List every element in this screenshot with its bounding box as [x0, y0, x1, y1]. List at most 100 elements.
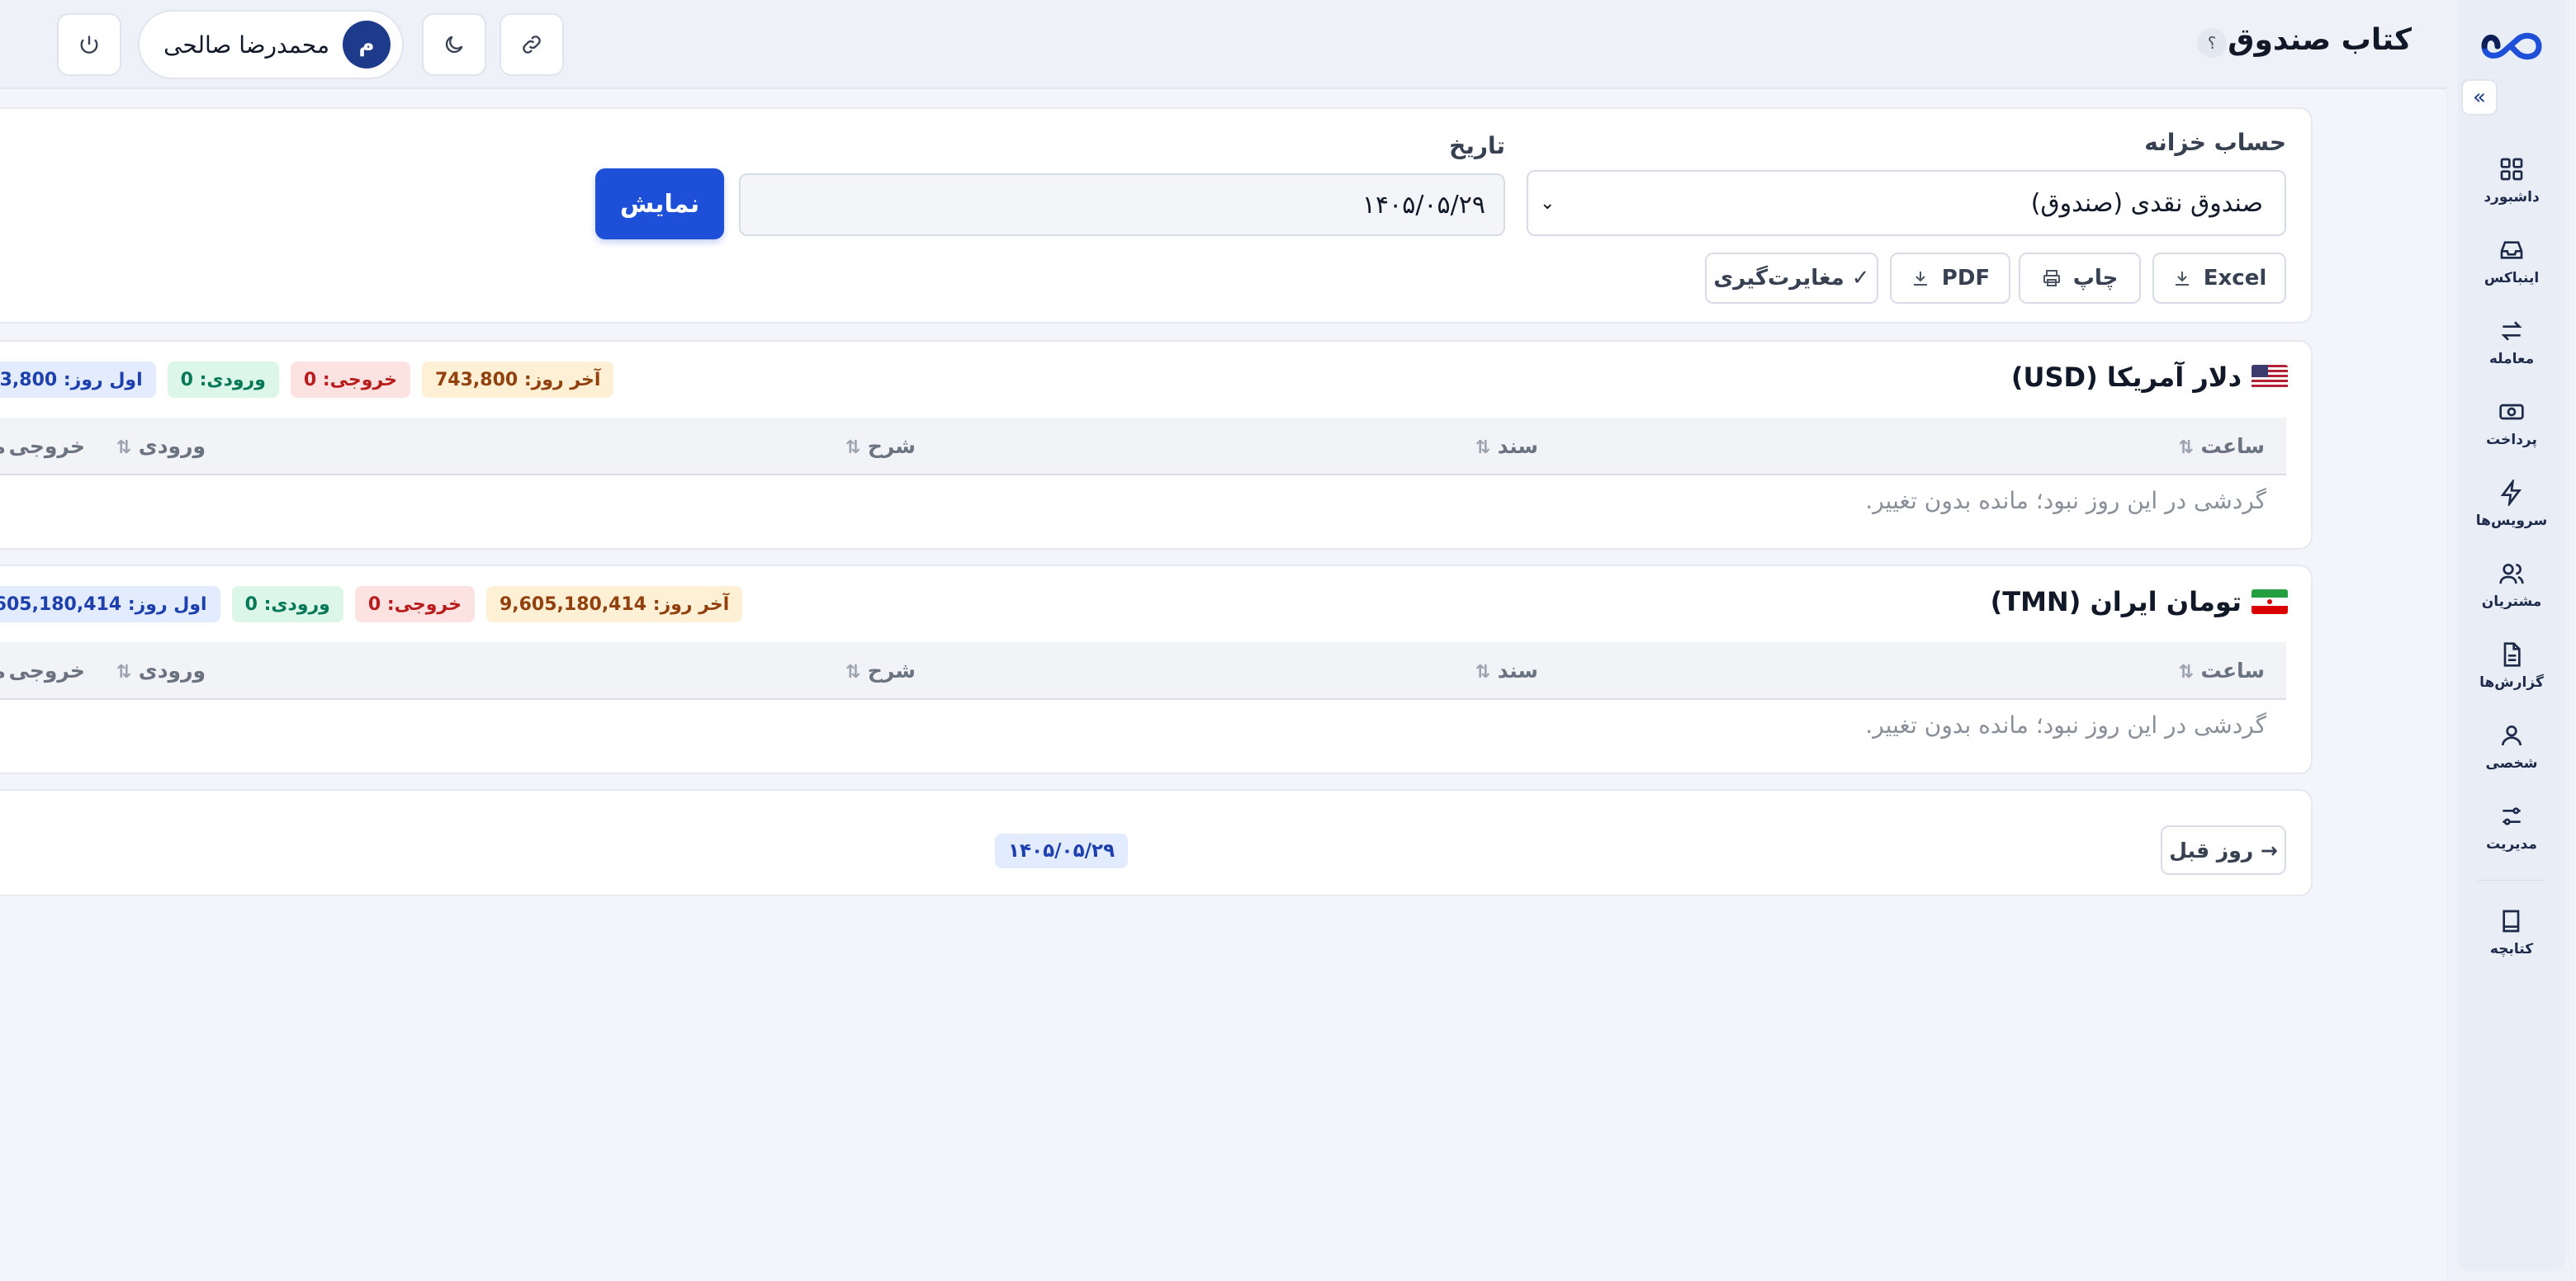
top-header: کتاب صندوق ؟ م محمدرضا صالحی [0, 0, 2447, 89]
print-button[interactable]: چاپ [2020, 253, 2142, 304]
sidebar-item-label: مشتریان [2482, 593, 2543, 610]
column-header-time[interactable]: ساعت ⇅ [2179, 659, 2266, 683]
sidebar-item-label: اینباکس [2484, 270, 2540, 286]
chevron-down-icon: ⌄ [1541, 192, 1556, 214]
column-header-time[interactable]: ساعت ⇅ [2179, 434, 2266, 458]
sidebar-nav: داشبورد اینباکس معامله پرداخت سرویس‌ها م… [2459, 140, 2566, 973]
column-header-document[interactable]: سند ⇅ [1476, 659, 1539, 683]
empty-state-text: گردشی در این روز نبود؛ مانده بدون تغییر. [1866, 487, 2267, 514]
logout-button[interactable] [58, 13, 122, 76]
column-header-description[interactable]: شرح ⇅ [846, 659, 916, 683]
column-header-description[interactable]: شرح ⇅ [846, 434, 916, 458]
sidebar-item-personal[interactable]: شخصی [2459, 707, 2566, 787]
currency-card-tmn: تومان ایران (TMN) اول روز: 9,605,180,414… [0, 565, 2313, 774]
sidebar-item-payment[interactable]: پرداخت [2459, 383, 2566, 464]
link-icon [523, 35, 542, 54]
account-select[interactable]: صندوق نقدی (صندوق) ⌄ [1527, 170, 2287, 236]
column-header-inflow[interactable]: ورودی ⇅ [117, 659, 206, 683]
sidebar-item-management[interactable]: مدیریت [2459, 787, 2566, 868]
export-excel-button[interactable]: Excel [2153, 253, 2287, 304]
theme-toggle-button[interactable] [423, 13, 487, 76]
sidebar-item-exchange[interactable]: معامله [2459, 302, 2566, 383]
day-pager: → روز قبل ۱۴۰۵/۰۵/۲۹ [0, 789, 2313, 896]
sidebar-item-customers[interactable]: مشتریان [2459, 545, 2566, 626]
download-icon [1914, 272, 1928, 286]
column-header-document[interactable]: سند ⇅ [1476, 434, 1539, 458]
chevrons-right-icon: » [2474, 85, 2487, 110]
balance-stats: اول روز: 9,605,180,414 ورودی: 0 خروجی: 0… [0, 586, 744, 622]
outflow-badge: خروجی: 0 [355, 586, 476, 622]
balance-stats: اول روز: 743,800 ورودی: 0 خروجی: 0 آخر ر… [0, 362, 615, 398]
column-label: شرح [868, 434, 916, 458]
column-label: مانده [0, 659, 7, 683]
opening-balance-badge: اول روز: 743,800 [0, 362, 157, 398]
column-label: خروجی [9, 659, 86, 683]
sidebar-divider [2479, 880, 2546, 881]
opening-balance-badge: اول روز: 9,605,180,414 [0, 586, 221, 622]
show-button[interactable]: نمایش [596, 168, 725, 239]
column-label: خروجی [9, 434, 86, 458]
book-icon [2503, 910, 2521, 933]
power-icon [81, 35, 99, 54]
user-menu[interactable]: م محمدرضا صالحی [139, 10, 405, 79]
sidebar-collapse-button[interactable]: » [2462, 79, 2498, 116]
export-pdf-button[interactable]: PDF [1891, 253, 2011, 304]
sidebar-item-label: مدیریت [2487, 836, 2538, 853]
inbox-icon [2501, 241, 2524, 259]
sort-icon: ⇅ [2179, 662, 2195, 683]
column-header-outflow[interactable]: خروجی ⇅ [0, 434, 86, 458]
sort-icon: ⇅ [845, 662, 862, 683]
sort-icon: ⇅ [845, 437, 862, 458]
pdf-label: PDF [1942, 266, 1991, 291]
sidebar-item-services[interactable]: سرویس‌ها [2459, 464, 2566, 545]
currency-title: تومان ایران (TMN) [1991, 586, 2289, 617]
previous-day-button[interactable]: → روز قبل [2162, 825, 2287, 875]
sidebar-item-handbook[interactable]: کتابچه [2459, 892, 2566, 973]
column-header-outflow[interactable]: خروجی ⇅ [0, 659, 86, 683]
sidebar-item-dashboard[interactable]: داشبورد [2459, 140, 2566, 221]
currency-title-text: دلار آمریکا (USD) [2011, 362, 2242, 393]
sidebar: » داشبورد اینباکس معامله پرداخت سرویس‌ها… [2447, 0, 2576, 1281]
page-title: کتاب صندوق [2228, 23, 2413, 57]
payment-icon [2500, 404, 2525, 420]
currency-title-text: تومان ایران (TMN) [1991, 586, 2242, 617]
sliders-icon [2503, 807, 2522, 825]
closing-balance-badge: آخر روز: 9,605,180,414 [486, 586, 744, 622]
report-icon [2504, 642, 2522, 667]
column-header-balance[interactable]: مانده ⇅ [0, 434, 7, 458]
reconcile-button[interactable]: ✓ مغایرت‌گیری [1706, 253, 1879, 304]
app-logo[interactable] [2480, 20, 2546, 73]
sort-icon: ⇅ [1475, 437, 1492, 458]
inflow-badge: ورودی: 0 [232, 586, 344, 622]
column-header-balance[interactable]: مانده ⇅ [0, 659, 7, 683]
sidebar-item-reports[interactable]: گزارش‌ها [2459, 626, 2566, 707]
column-label: مانده [0, 434, 7, 458]
lightning-icon [2501, 480, 2522, 506]
date-field[interactable]: ۱۴۰۵/۰۵/۲۹ [740, 173, 1506, 236]
account-label: حساب خزانه [2145, 129, 2287, 156]
column-label: شرح [868, 659, 916, 683]
column-label: ورودی [139, 434, 206, 458]
column-label: ساعت [2201, 434, 2266, 458]
print-label: چاپ [2073, 266, 2119, 291]
download-icon [2176, 272, 2190, 286]
table-header: ساعت ⇅ سند ⇅ شرح ⇅ ورودی ⇅ خروجی ⇅ مانده… [0, 418, 2287, 475]
user-name: محمدرضا صالحی [164, 31, 330, 59]
closing-balance-badge: آخر روز: 743,800 [423, 362, 615, 398]
sort-icon: ⇅ [1475, 662, 1492, 683]
outflow-badge: خروجی: 0 [291, 362, 411, 398]
help-button[interactable]: ؟ [2198, 28, 2228, 58]
printer-icon [2043, 270, 2061, 286]
sidebar-item-label: پرداخت [2487, 432, 2538, 448]
sidebar-item-inbox[interactable]: اینباکس [2459, 221, 2566, 302]
column-header-inflow[interactable]: ورودی ⇅ [117, 434, 206, 458]
user-icon [2503, 726, 2522, 746]
inflow-badge: ورودی: 0 [168, 362, 280, 398]
share-link-button[interactable] [500, 13, 565, 76]
users-icon [2500, 564, 2525, 584]
sidebar-item-label: شخصی [2486, 755, 2539, 772]
column-label: ورودی [139, 659, 206, 683]
currency-card-usd: دلار آمریکا (USD) اول روز: 743,800 ورودی… [0, 340, 2313, 550]
date-label: تاریخ [1450, 132, 1506, 159]
sidebar-item-label: گزارش‌ها [2480, 674, 2545, 691]
